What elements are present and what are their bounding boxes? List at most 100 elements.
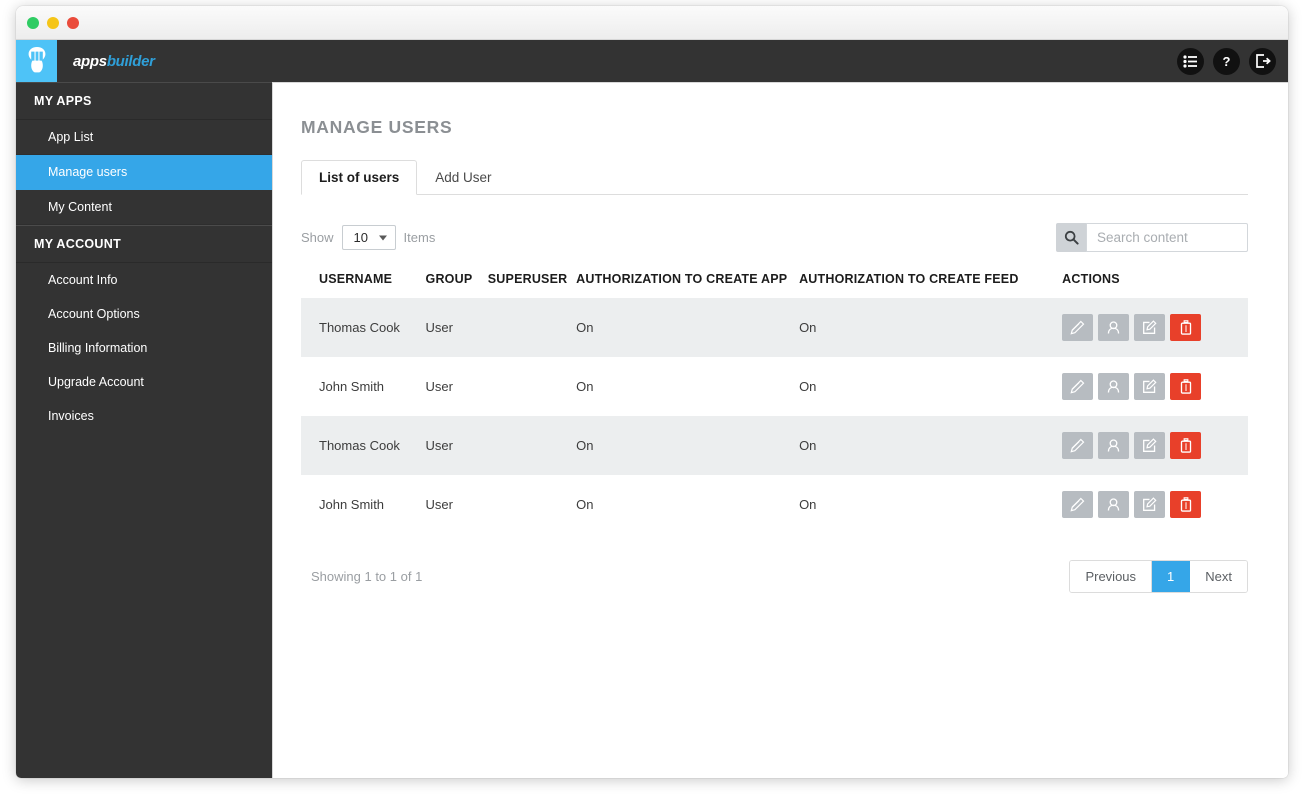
- column-header-create-feed[interactable]: AUTHORIZATION TO CREATE FEED: [799, 266, 1062, 298]
- help-icon: ?: [1222, 53, 1231, 69]
- column-header-superuser[interactable]: SUPERUSER: [488, 266, 576, 298]
- sidebar-item-manage-users[interactable]: Manage users: [16, 155, 272, 190]
- pen-icon: [1070, 320, 1085, 335]
- window-titlebar: [16, 6, 1288, 40]
- list-icon-button[interactable]: [1177, 47, 1204, 75]
- page-size-control: Show 10 Items: [301, 225, 435, 250]
- table-header-row: USERNAME GROUP SUPERUSER AUTHORIZATION T…: [301, 266, 1248, 298]
- table-row: John Smith User On On: [301, 475, 1248, 534]
- maximize-light-red[interactable]: [67, 17, 79, 29]
- logout-icon-button[interactable]: [1249, 47, 1276, 75]
- pagination: Previous 1 Next: [1069, 560, 1248, 593]
- sidebar-item-billing-information[interactable]: Billing Information: [16, 331, 272, 365]
- column-header-group[interactable]: GROUP: [426, 266, 488, 298]
- user-icon: [1107, 439, 1120, 452]
- cell-create-app: On: [576, 497, 594, 512]
- sidebar-nav: MY APPS App List Manage users My Content…: [16, 82, 272, 778]
- users-table: USERNAME GROUP SUPERUSER AUTHORIZATION T…: [301, 266, 1248, 534]
- cell-group: User: [425, 379, 453, 394]
- pen-icon-button[interactable]: [1062, 314, 1094, 341]
- cell-username: John Smith: [319, 497, 385, 512]
- trash-icon-button[interactable]: [1170, 432, 1202, 459]
- cell-actions: [1062, 357, 1248, 416]
- wrench-bulb-logo-icon: [28, 47, 45, 74]
- search-button[interactable]: [1056, 223, 1086, 252]
- show-label: Show: [301, 230, 334, 245]
- trash-icon-button[interactable]: [1170, 491, 1202, 518]
- search-input[interactable]: [1086, 223, 1248, 252]
- trash-icon: [1180, 320, 1191, 335]
- cell-actions: [1062, 475, 1248, 534]
- trash-icon: [1180, 379, 1191, 394]
- sidebar-heading-my-apps: MY APPS: [16, 83, 272, 120]
- user-icon: [1107, 321, 1120, 334]
- trash-icon: [1180, 497, 1191, 512]
- brand-logo-tile[interactable]: [16, 40, 57, 82]
- tab-list-of-users[interactable]: List of users: [301, 160, 418, 195]
- cell-create-app: On: [576, 379, 594, 394]
- pen-icon-button[interactable]: [1062, 373, 1094, 400]
- column-header-actions: ACTIONS: [1062, 272, 1120, 286]
- trash-icon-button[interactable]: [1170, 314, 1202, 341]
- user-icon-button[interactable]: [1098, 432, 1130, 459]
- edit-icon: [1143, 320, 1157, 334]
- user-icon: [1107, 380, 1120, 393]
- pagination-page-1[interactable]: 1: [1152, 561, 1191, 592]
- cell-superuser: [488, 298, 576, 357]
- sidebar-item-my-content[interactable]: My Content: [16, 190, 272, 225]
- pagination-next[interactable]: Next: [1190, 561, 1247, 592]
- showing-entries-text: Showing 1 to 1 of 1: [311, 569, 423, 584]
- app-bar-actions: ?: [1177, 40, 1276, 82]
- help-icon-button[interactable]: ?: [1213, 47, 1240, 75]
- cell-username: John Smith: [319, 379, 385, 394]
- cell-create-feed: On: [799, 438, 817, 453]
- column-header-username[interactable]: USERNAME: [301, 266, 426, 298]
- brand-builder: builder: [106, 52, 155, 70]
- user-icon-button[interactable]: [1098, 314, 1130, 341]
- window-controls[interactable]: [27, 17, 79, 29]
- chevron-down-icon: [378, 235, 387, 240]
- cell-actions: [1062, 298, 1248, 357]
- trash-icon-button[interactable]: [1170, 373, 1202, 400]
- user-icon-button[interactable]: [1098, 373, 1130, 400]
- table-row: Thomas Cook User On On: [301, 416, 1248, 475]
- cell-create-feed: On: [799, 379, 817, 394]
- page-size-select[interactable]: 10: [341, 225, 396, 250]
- cell-actions: [1062, 416, 1248, 475]
- edit-icon: [1143, 379, 1157, 393]
- user-icon-button[interactable]: [1098, 491, 1130, 518]
- cell-create-app: On: [576, 320, 594, 335]
- sidebar-item-invoices[interactable]: Invoices: [16, 399, 272, 433]
- brand-wordmark[interactable]: appsbuilder: [73, 53, 155, 70]
- items-label: Items: [403, 230, 436, 245]
- cell-group: User: [425, 320, 453, 335]
- row-action-group: [1062, 314, 1202, 341]
- cell-superuser: [488, 357, 576, 416]
- edit-icon-button[interactable]: [1134, 314, 1166, 341]
- edit-icon-button[interactable]: [1134, 491, 1166, 518]
- edit-icon-button[interactable]: [1134, 373, 1166, 400]
- sidebar-item-account-options[interactable]: Account Options: [16, 297, 272, 331]
- pen-icon-button[interactable]: [1062, 491, 1094, 518]
- tab-add-user[interactable]: Add User: [417, 160, 509, 195]
- cell-group: User: [425, 438, 453, 453]
- column-header-create-app[interactable]: AUTHORIZATION TO CREATE APP: [576, 266, 799, 298]
- cell-superuser: [488, 475, 576, 534]
- sidebar-item-app-list[interactable]: App List: [16, 120, 272, 155]
- pen-icon-button[interactable]: [1062, 432, 1094, 459]
- tab-bar: List of users Add User: [301, 160, 1248, 195]
- cell-superuser: [488, 416, 576, 475]
- close-light-green[interactable]: [27, 17, 39, 29]
- user-icon: [1107, 498, 1120, 511]
- sidebar-item-upgrade-account[interactable]: Upgrade Account: [16, 365, 272, 399]
- cell-create-app: On: [576, 438, 594, 453]
- browser-window: appsbuilder ? MY APPS App List Manage us…: [16, 6, 1288, 778]
- pen-icon: [1070, 438, 1085, 453]
- screenshot-root: appsbuilder ? MY APPS App List Manage us…: [0, 0, 1316, 794]
- minimize-light-yellow[interactable]: [47, 17, 59, 29]
- users-table-body: Thomas Cook User On On John Smith User O…: [301, 298, 1248, 534]
- edit-icon-button[interactable]: [1134, 432, 1166, 459]
- pagination-previous[interactable]: Previous: [1070, 561, 1153, 592]
- table-row: Thomas Cook User On On: [301, 298, 1248, 357]
- sidebar-item-account-info[interactable]: Account Info: [16, 263, 272, 297]
